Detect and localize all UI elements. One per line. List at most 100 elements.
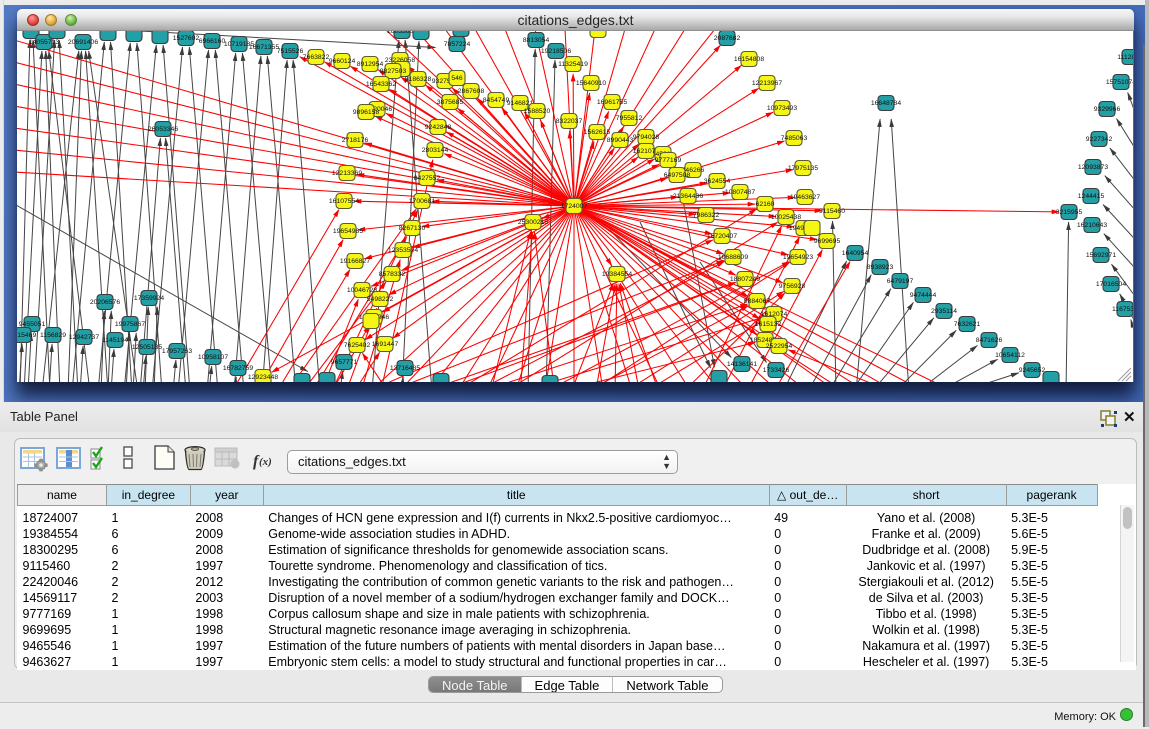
- svg-text:16210643: 16210643: [1077, 222, 1107, 229]
- svg-text:12093873: 12093873: [1078, 164, 1108, 171]
- svg-text:3624554: 3624554: [704, 178, 731, 185]
- svg-text:16648784: 16648784: [871, 100, 901, 107]
- svg-text:16154808: 16154808: [734, 56, 764, 63]
- svg-text:25300215: 25300215: [518, 219, 548, 226]
- svg-text:15640910: 15640910: [576, 80, 606, 87]
- svg-text:20206576: 20206576: [90, 299, 120, 306]
- svg-text:1156829: 1156829: [40, 332, 66, 339]
- svg-text:7955812: 7955812: [616, 115, 643, 122]
- svg-text:19218506: 19218506: [541, 48, 571, 55]
- svg-text:9242848: 9242848: [425, 124, 452, 131]
- svg-text:12505135: 12505135: [132, 344, 162, 351]
- svg-text:3915469: 3915469: [17, 332, 36, 339]
- svg-text:1145194: 1145194: [102, 337, 128, 344]
- svg-text:1733426: 1733426: [763, 367, 790, 374]
- svg-text:9699695: 9699695: [814, 238, 841, 245]
- svg-text:62160: 62160: [756, 201, 775, 208]
- svg-text:1640954: 1640954: [842, 250, 869, 257]
- svg-text:10807487: 10807487: [725, 189, 755, 196]
- svg-text:8322037: 8322037: [556, 118, 583, 125]
- svg-text:7515526: 7515526: [277, 48, 304, 55]
- svg-text:8427552: 8427552: [414, 175, 441, 182]
- svg-text:1691447: 1691447: [372, 341, 399, 348]
- svg-text:9794028: 9794028: [633, 134, 660, 141]
- svg-text:3215955: 3215955: [1056, 209, 1083, 216]
- svg-text:19654923: 19654923: [783, 254, 813, 261]
- svg-text:8454749: 8454749: [483, 97, 510, 104]
- svg-text:2718176: 2718176: [342, 137, 369, 144]
- svg-text:2867608: 2867608: [458, 88, 485, 95]
- svg-text:16671355: 16671355: [249, 44, 279, 51]
- svg-text:13716485: 13716485: [390, 365, 420, 372]
- svg-text:7857224: 7857224: [444, 41, 471, 48]
- svg-text:8471626: 8471626: [976, 337, 1003, 344]
- svg-text:17975135: 17975135: [788, 165, 818, 172]
- svg-text:19463627: 19463627: [790, 194, 820, 201]
- svg-text:15692971: 15692971: [1086, 252, 1116, 259]
- svg-text:9329966: 9329966: [1094, 106, 1121, 113]
- svg-text:8938923: 8938923: [867, 264, 894, 271]
- svg-text:546: 546: [451, 75, 463, 82]
- svg-text:1588520: 1588520: [524, 108, 551, 115]
- svg-text:9884067: 9884067: [744, 298, 771, 305]
- svg-text:(x): (x): [259, 456, 272, 468]
- svg-text:6966160: 6966160: [199, 38, 226, 45]
- svg-text:6497508: 6497508: [664, 172, 691, 179]
- svg-text:6479197: 6479197: [887, 278, 914, 285]
- svg-text:10654112: 10654112: [995, 352, 1025, 359]
- svg-text:8578332: 8578332: [379, 271, 406, 278]
- svg-text:10025438: 10025438: [771, 214, 801, 221]
- svg-text:17016504: 17016504: [1096, 281, 1126, 288]
- svg-text:19975867: 19975867: [115, 321, 145, 328]
- svg-text:9657771: 9657771: [331, 359, 358, 366]
- svg-text:1167533: 1167533: [1112, 306, 1133, 313]
- svg-text:9115460: 9115460: [819, 208, 845, 215]
- svg-text:8912954: 8912954: [357, 61, 384, 68]
- svg-text:1244415: 1244415: [1078, 193, 1105, 200]
- svg-text:10958107: 10958107: [198, 354, 228, 361]
- svg-text:19384554: 19384554: [602, 271, 632, 278]
- svg-text:9777169: 9777169: [655, 157, 682, 164]
- svg-text:1527602: 1527602: [173, 35, 200, 42]
- svg-text:12353594: 12353594: [388, 247, 418, 254]
- svg-text:8186328: 8186328: [405, 76, 432, 83]
- svg-text:16543362: 16543362: [366, 81, 396, 88]
- svg-text:14136141: 14136141: [727, 361, 757, 368]
- svg-text:16107554: 16107554: [329, 198, 359, 205]
- svg-text:17359924: 17359924: [134, 295, 164, 302]
- svg-text:14055713: 14055713: [29, 39, 59, 46]
- svg-text:15720407: 15720407: [707, 233, 737, 240]
- svg-text:20691406: 20691406: [68, 39, 98, 46]
- svg-text:1562615: 1562615: [584, 129, 611, 136]
- svg-text:8813054: 8813054: [523, 37, 550, 44]
- svg-text:1724007: 1724007: [561, 203, 588, 210]
- svg-text:12923448: 12923448: [248, 374, 278, 381]
- svg-text:7625402: 7625402: [344, 342, 371, 349]
- svg-text:1615132: 1615132: [755, 321, 782, 328]
- svg-text:2522954: 2522954: [766, 343, 793, 350]
- svg-text:9827503: 9827503: [380, 68, 407, 75]
- svg-text:7986322: 7986322: [693, 212, 720, 219]
- svg-text:11325419: 11325419: [558, 61, 588, 68]
- svg-text:9896158: 9896158: [353, 109, 380, 116]
- svg-text:21364436: 21364436: [673, 193, 703, 200]
- svg-text:5498222: 5498222: [367, 296, 394, 303]
- svg-text:9474444: 9474444: [910, 292, 937, 299]
- svg-text:2087682: 2087682: [714, 35, 741, 42]
- svg-text:15751074: 15751074: [1106, 79, 1133, 86]
- svg-text:1700681: 1700681: [409, 198, 436, 205]
- svg-text:7632621: 7632621: [954, 321, 981, 328]
- svg-text:19166827: 19166827: [340, 258, 370, 265]
- svg-text:10973493: 10973493: [767, 105, 797, 112]
- svg-text:2803144: 2803144: [422, 147, 449, 154]
- svg-text:19654985: 19654985: [333, 228, 363, 235]
- svg-text:2935114: 2935114: [931, 308, 957, 315]
- svg-text:8267130: 8267130: [399, 225, 426, 232]
- svg-text:16782759: 16782759: [223, 365, 253, 372]
- svg-text:3875685: 3875685: [437, 99, 464, 106]
- svg-text:12942737: 12942737: [69, 334, 99, 341]
- svg-text:1112893: 1112893: [1117, 54, 1133, 61]
- svg-text:9227342: 9227342: [1086, 136, 1113, 143]
- svg-text:10688609: 10688609: [718, 254, 748, 261]
- svg-text:9245652: 9245652: [1019, 367, 1046, 374]
